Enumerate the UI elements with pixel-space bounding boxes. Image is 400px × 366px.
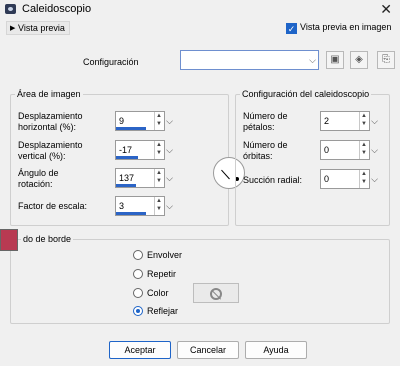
v-offset-dropdown-icon[interactable]: ⌵ <box>165 140 174 160</box>
spinner-arrows[interactable]: ▲ ▼ <box>359 170 369 188</box>
kaleido-settings-title: Configuración del caleidoscopio <box>240 89 372 99</box>
preview-on-image-label: Vista previa en imagen <box>300 22 392 32</box>
v-offset-level-bar <box>116 156 138 159</box>
config-label: Configuración <box>83 57 139 67</box>
cancel-button[interactable]: Cancelar <box>177 341 239 359</box>
h-offset-label-line1: Desplazamiento <box>18 111 83 121</box>
v-offset-value: -17 <box>119 145 133 155</box>
reset-icon[interactable]: ⎘ <box>377 51 395 69</box>
radio-wrap-label: Envolver <box>147 250 183 260</box>
save-preset-icon[interactable]: ▣ <box>326 51 344 69</box>
h-offset-level-bar <box>116 127 146 130</box>
dial-needle <box>221 169 230 180</box>
window-title: Caleidoscopio <box>22 3 92 15</box>
ok-button[interactable]: Aceptar <box>109 341 171 359</box>
edge-mode-title: do de borde <box>21 234 74 244</box>
petals-value: 2 <box>324 116 330 126</box>
radial-value: 0 <box>324 174 330 184</box>
petals-label: Número de pétalos: <box>243 111 288 133</box>
spinner-arrows[interactable]: ▲ ▼ <box>359 141 369 159</box>
color-swatch[interactable] <box>0 229 18 251</box>
spinner-arrows[interactable]: ▲ ▼ <box>154 112 164 130</box>
help-button[interactable]: Ayuda <box>245 341 307 359</box>
v-offset-label: Desplazamiento vertical (%): <box>18 140 83 162</box>
radial-dropdown-icon[interactable]: ⌵ <box>370 169 379 189</box>
preview-on-image-checkbox[interactable]: ✓ <box>286 23 297 34</box>
preview-toggle-label: Vista previa <box>18 23 65 33</box>
spinner-arrows[interactable]: ▲ ▼ <box>359 112 369 130</box>
h-offset-dropdown-icon[interactable]: ⌵ <box>165 111 174 131</box>
h-offset-label-line2: horizontal (%): <box>18 122 77 132</box>
app-icon <box>5 4 16 14</box>
orbits-input[interactable]: 0 ▲ ▼ <box>320 140 370 160</box>
chevron-down-icon[interactable]: ⌵ <box>309 55 316 66</box>
radial-label: Succión radial: <box>243 175 303 185</box>
orbits-dropdown-icon[interactable]: ⌵ <box>370 140 379 160</box>
config-select[interactable]: ⌵ <box>180 50 319 70</box>
rotation-label-line1: Ángulo de <box>18 168 59 178</box>
petals-input[interactable]: 2 ▲ ▼ <box>320 111 370 131</box>
rotation-label-line2: rotación: <box>18 179 53 189</box>
orbits-value: 0 <box>324 145 330 155</box>
v-offset-label-line2: vertical (%): <box>18 151 66 161</box>
v-offset-label-line1: Desplazamiento <box>18 140 83 150</box>
petals-label-line2: pétalos: <box>243 122 275 132</box>
petals-label-line1: Número de <box>243 111 288 121</box>
v-offset-input[interactable]: -17 ▲ ▼ <box>115 140 165 160</box>
scale-dropdown-icon[interactable]: ⌵ <box>165 196 174 216</box>
radio-color-label: Color <box>147 288 169 298</box>
preview-toggle-button[interactable]: ▶ Vista previa <box>6 21 70 35</box>
orbits-label-line2: órbitas: <box>243 151 273 161</box>
scale-label: Factor de escala: <box>18 201 88 211</box>
rotation-input[interactable]: 137 ▲ ▼ <box>115 168 165 188</box>
title-bar: Caleidoscopio ✕ <box>0 0 400 18</box>
rotation-value: 137 <box>119 173 135 183</box>
orbits-label-line1: Número de <box>243 140 288 150</box>
spinner-arrows[interactable]: ▲ ▼ <box>154 169 164 187</box>
radio-color[interactable] <box>133 288 143 298</box>
radio-repeat[interactable] <box>133 269 143 279</box>
h-offset-input[interactable]: 9 ▲ ▼ <box>115 111 165 131</box>
expand-arrow-icon: ▶ <box>10 25 16 32</box>
cube-icon[interactable]: ◈ <box>350 51 368 69</box>
radio-wrap[interactable] <box>133 250 143 260</box>
radio-repeat-label: Repetir <box>147 269 177 279</box>
rotation-level-bar <box>116 184 136 187</box>
rotation-dropdown-icon[interactable]: ⌵ <box>165 168 174 188</box>
scale-level-bar <box>116 212 146 215</box>
rotation-label: Ángulo de rotación: <box>18 168 59 190</box>
petals-dropdown-icon[interactable]: ⌵ <box>370 111 379 131</box>
no-color-icon <box>210 288 222 300</box>
preview-bar: ▶ Vista previa ✓ Vista previa en imagen <box>0 18 400 38</box>
radio-reflect-label: Reflejar <box>147 306 179 316</box>
h-offset-value: 9 <box>119 116 125 126</box>
radial-input[interactable]: 0 ▲ ▼ <box>320 169 370 189</box>
scale-value: 3 <box>119 201 125 211</box>
spinner-arrows[interactable]: ▲ ▼ <box>154 141 164 159</box>
scale-input[interactable]: 3 ▲ ▼ <box>115 196 165 216</box>
radio-reflect[interactable] <box>133 306 143 316</box>
close-icon[interactable]: ✕ <box>380 1 392 18</box>
orbits-label: Número de órbitas: <box>243 140 288 162</box>
spinner-arrows[interactable]: ▲ ▼ <box>154 197 164 215</box>
image-area-title: Área de imagen <box>15 89 83 99</box>
edge-color-box[interactable] <box>193 283 239 303</box>
edge-mode-group: do de borde <box>10 234 390 324</box>
h-offset-label: Desplazamiento horizontal (%): <box>18 111 83 133</box>
